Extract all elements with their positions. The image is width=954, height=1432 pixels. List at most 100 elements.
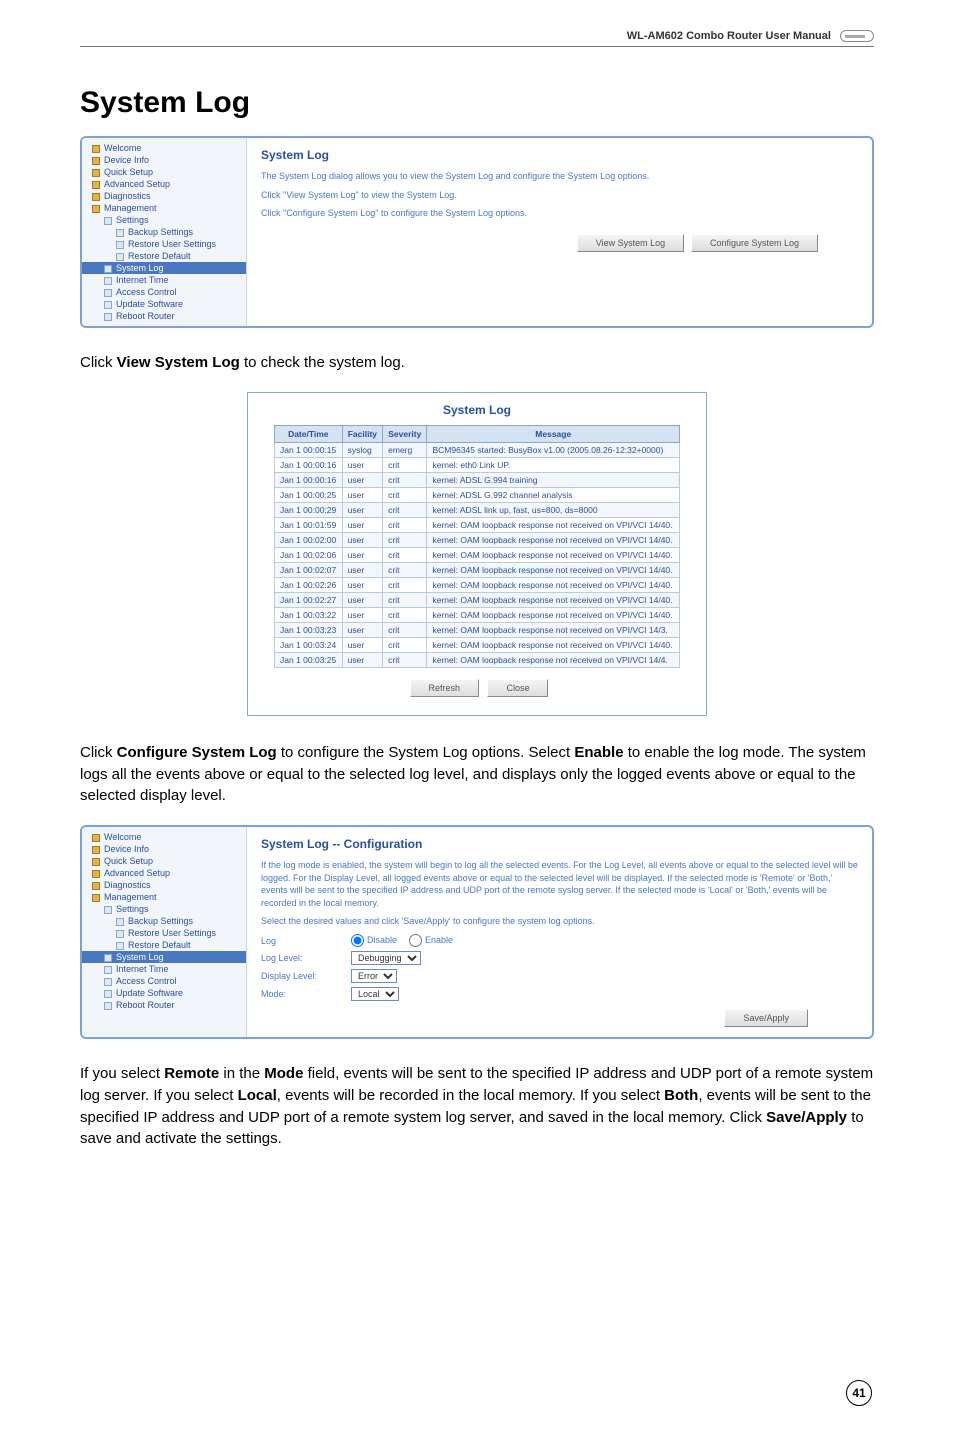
sidebar-item-label: Diagnostics: [104, 191, 151, 201]
table-cell: user: [342, 562, 383, 577]
table-cell: kernel: ADSL G.994 training: [427, 472, 680, 487]
syslog-table-panel: System Log Date/TimeFacilitySeverityMess…: [247, 392, 707, 716]
view-syslog-button[interactable]: View System Log: [577, 234, 684, 252]
sidebar-item[interactable]: Reboot Router: [82, 310, 246, 322]
sidebar-item[interactable]: Device Info: [82, 154, 246, 166]
close-button[interactable]: Close: [487, 679, 548, 697]
sidebar-item-label: System Log: [116, 952, 164, 962]
mode-select[interactable]: Local: [351, 987, 399, 1001]
sidebar-item[interactable]: Management: [82, 891, 246, 903]
sidebar-item[interactable]: Welcome: [82, 831, 246, 843]
sidebar-item-label: Device Info: [104, 155, 149, 165]
sidebar-item[interactable]: Management: [82, 202, 246, 214]
text-bold: Remote: [164, 1065, 219, 1082]
radio-disable-label: Disable: [367, 935, 397, 945]
text: to check the system log.: [240, 354, 405, 371]
loglevel-select[interactable]: Debugging: [351, 951, 421, 965]
table-cell: Jan 1 00:00:29: [275, 502, 343, 517]
configure-syslog-button[interactable]: Configure System Log: [691, 234, 818, 252]
syslog-config-panel: WelcomeDevice InfoQuick SetupAdvanced Se…: [80, 825, 874, 1039]
text: Click: [80, 744, 117, 761]
sidebar-item[interactable]: Update Software: [82, 987, 246, 999]
sidebar-item[interactable]: Quick Setup: [82, 855, 246, 867]
sidebar-item[interactable]: Settings: [82, 214, 246, 226]
table-cell: Jan 1 00:02:00: [275, 532, 343, 547]
sidebar-item[interactable]: Restore Default: [82, 939, 246, 951]
save-apply-button[interactable]: Save/Apply: [724, 1009, 808, 1027]
sidebar-item[interactable]: Backup Settings: [82, 915, 246, 927]
sidebar-item[interactable]: Internet Time: [82, 274, 246, 286]
folder-icon: [92, 858, 100, 866]
folder-icon: [92, 870, 100, 878]
table-cell: user: [342, 637, 383, 652]
table-cell: Jan 1 00:00:25: [275, 487, 343, 502]
table-row: Jan 1 00:00:25usercritkernel: ADSL G.992…: [275, 487, 680, 502]
table-cell: Jan 1 00:02:27: [275, 592, 343, 607]
folder-icon: [104, 966, 112, 974]
sidebar-item[interactable]: Restore Default: [82, 250, 246, 262]
folder-icon: [92, 193, 100, 201]
sidebar-item[interactable]: Backup Settings: [82, 226, 246, 238]
sidebar-item-label: Backup Settings: [128, 916, 193, 926]
table-cell: emerg: [383, 442, 427, 457]
sidebar-item[interactable]: Restore User Settings: [82, 927, 246, 939]
device-icon: [840, 30, 874, 42]
table-cell: Jan 1 00:02:07: [275, 562, 343, 577]
radio-enable-label: Enable: [425, 935, 453, 945]
radio-enable[interactable]: Enable: [409, 934, 453, 947]
text: If you select: [80, 1065, 164, 1082]
sidebar-item[interactable]: Access Control: [82, 975, 246, 987]
sidebar-item[interactable]: System Log: [82, 951, 246, 963]
table-cell: kernel: OAM loopback response not receiv…: [427, 622, 680, 637]
folder-icon: [116, 229, 124, 237]
sidebar-item[interactable]: System Log: [82, 262, 246, 274]
sidebar-item-label: Internet Time: [116, 964, 169, 974]
table-cell: Jan 1 00:00:15: [275, 442, 343, 457]
sidebar-item-label: Welcome: [104, 832, 141, 842]
table-cell: user: [342, 622, 383, 637]
sidebar-item[interactable]: Advanced Setup: [82, 867, 246, 879]
displevel-select[interactable]: Error: [351, 969, 397, 983]
folder-icon: [104, 313, 112, 321]
sidebar-item[interactable]: Internet Time: [82, 963, 246, 975]
radio-disable-input[interactable]: [351, 934, 364, 947]
table-cell: user: [342, 517, 383, 532]
sidebar-item-label: Update Software: [116, 299, 183, 309]
folder-icon: [92, 882, 100, 890]
table-cell: crit: [383, 607, 427, 622]
folder-icon: [116, 942, 124, 950]
table-row: Jan 1 00:03:24usercritkernel: OAM loopba…: [275, 637, 680, 652]
table-row: Jan 1 00:03:23usercritkernel: OAM loopba…: [275, 622, 680, 637]
sidebar-item[interactable]: Quick Setup: [82, 166, 246, 178]
log-label: Log: [261, 936, 351, 946]
table-cell: Jan 1 00:02:26: [275, 577, 343, 592]
radio-enable-input[interactable]: [409, 934, 422, 947]
sidebar-item-label: Update Software: [116, 988, 183, 998]
text: in the: [219, 1065, 264, 1082]
table-cell: crit: [383, 577, 427, 592]
table-cell: Jan 1 00:01:59: [275, 517, 343, 532]
table-cell: kernel: OAM loopback response not receiv…: [427, 607, 680, 622]
folder-icon: [104, 301, 112, 309]
sidebar-item[interactable]: Settings: [82, 903, 246, 915]
sidebar-item[interactable]: Diagnostics: [82, 190, 246, 202]
sidebar-item[interactable]: Advanced Setup: [82, 178, 246, 190]
sidebar-item[interactable]: Reboot Router: [82, 999, 246, 1011]
folder-icon: [104, 954, 112, 962]
table-row: Jan 1 00:00:15syslogemergBCM96345 starte…: [275, 442, 680, 457]
radio-disable[interactable]: Disable: [351, 934, 397, 947]
body-para-1: Click View System Log to check the syste…: [80, 352, 874, 374]
loglevel-label: Log Level:: [261, 953, 351, 963]
sidebar-item[interactable]: Access Control: [82, 286, 246, 298]
panel2-desc2: Select the desired values and click 'Sav…: [261, 915, 858, 928]
sidebar-item[interactable]: Welcome: [82, 142, 246, 154]
sidebar-item[interactable]: Diagnostics: [82, 879, 246, 891]
refresh-button[interactable]: Refresh: [410, 679, 480, 697]
table-cell: kernel: OAM loopback response not receiv…: [427, 592, 680, 607]
table-row: Jan 1 00:02:26usercritkernel: OAM loopba…: [275, 577, 680, 592]
table-cell: kernel: OAM loopback response not receiv…: [427, 517, 680, 532]
sidebar-item[interactable]: Restore User Settings: [82, 238, 246, 250]
folder-icon: [104, 978, 112, 986]
sidebar-item[interactable]: Device Info: [82, 843, 246, 855]
sidebar-item[interactable]: Update Software: [82, 298, 246, 310]
